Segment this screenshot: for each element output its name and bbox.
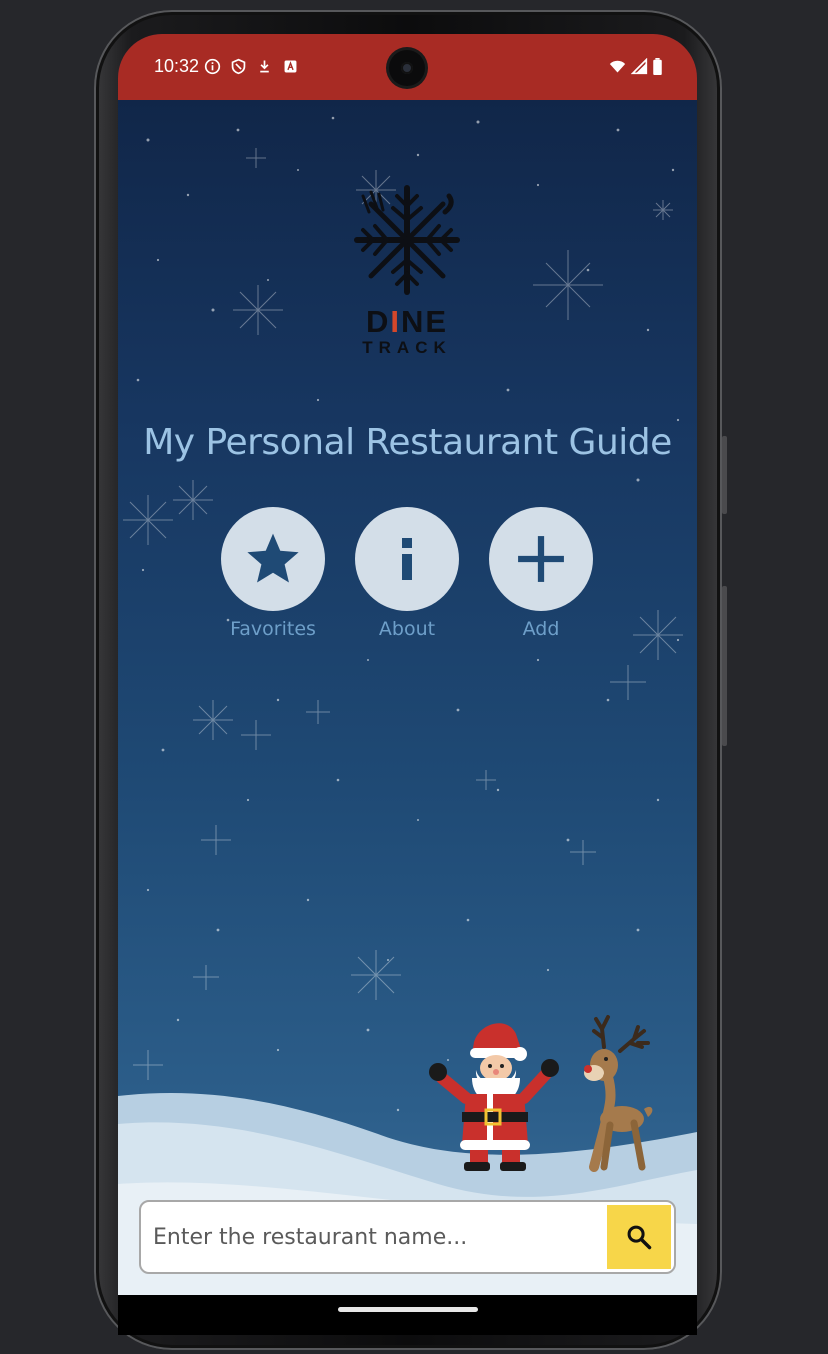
santa-illustration: [429, 1023, 559, 1171]
plus-icon: [518, 536, 564, 582]
status-time: 10:32: [154, 56, 200, 76]
download-icon: [260, 60, 269, 73]
logo-word-dine: DINE: [365, 304, 449, 339]
home-indicator[interactable]: [338, 1307, 478, 1312]
power-button: [722, 586, 727, 746]
info-icon: [204, 58, 221, 75]
front-camera: [389, 50, 425, 86]
app-screen: 10:32 DINE TRACK My Personal Restaurant …: [118, 34, 697, 1295]
add-label: Add: [522, 618, 560, 640]
about-label: About: [378, 618, 436, 640]
a-icon: [284, 60, 297, 73]
favorites-button[interactable]: [221, 507, 325, 611]
page-title: My Personal Restaurant Guide: [143, 422, 672, 463]
status-bar: 10:32: [118, 34, 697, 100]
about-action[interactable]: About: [355, 507, 459, 640]
restaurant-search-input[interactable]: [141, 1202, 607, 1272]
search-icon: [627, 1225, 652, 1250]
reindeer-illustration: [584, 1015, 653, 1172]
wifi-icon: [609, 60, 626, 73]
search-bar: [139, 1200, 676, 1274]
add-action[interactable]: Add: [489, 507, 593, 640]
star-icon: [247, 533, 299, 583]
favorites-action[interactable]: Favorites: [221, 507, 325, 640]
snowflake-cutlery-icon: [354, 185, 460, 295]
logo-word-track: TRACK: [362, 338, 452, 357]
search-button[interactable]: [607, 1205, 671, 1269]
navigation-bar: [118, 1295, 697, 1335]
battery-icon: [653, 58, 662, 75]
info-icon: [402, 538, 412, 580]
favorites-label: Favorites: [230, 618, 316, 640]
shield-icon: [231, 58, 246, 75]
dinetrack-logo: DINE TRACK: [349, 182, 465, 362]
add-button[interactable]: [489, 507, 593, 611]
volume-button: [722, 436, 727, 514]
about-button[interactable]: [355, 507, 459, 611]
signal-icon: [631, 58, 648, 75]
